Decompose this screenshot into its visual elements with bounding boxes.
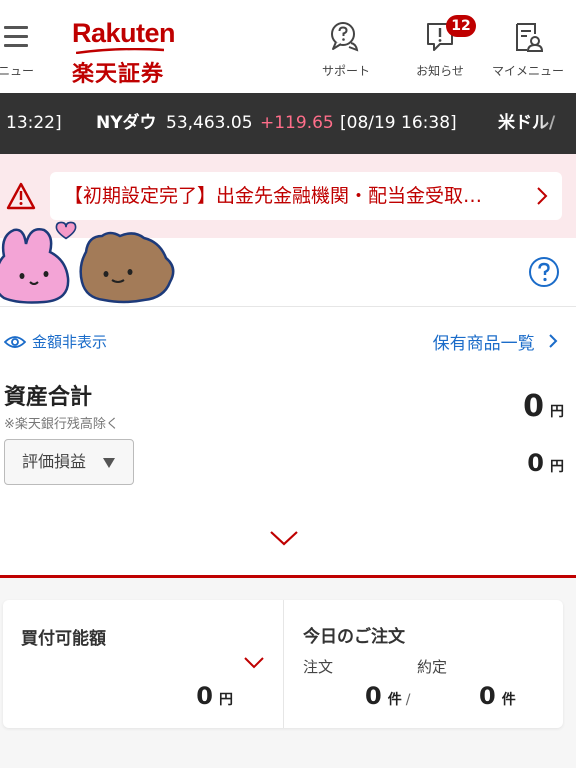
logo-jp-name: 楽天証券 (72, 62, 165, 87)
logo-wordmark: Rakuten (72, 18, 176, 48)
menu-label: メニュー (0, 64, 35, 78)
warning-icon (6, 182, 36, 210)
mymenu-icon (516, 23, 544, 52)
section-divider (0, 575, 576, 578)
ticker-prev-time: 13:22] (6, 113, 62, 133)
currency-unit: 円 (219, 692, 233, 708)
holdings-list-link[interactable]: 保有商品一覧 (433, 329, 558, 354)
hamburger-icon (4, 24, 28, 48)
expand-chevron-down-icon[interactable] (268, 529, 300, 547)
alert-text: 【初期設定完了】出金先金融機関・配当金受取… (64, 185, 483, 207)
support-label: サポート (321, 64, 371, 78)
total-assets-label: 資産合計 (4, 385, 93, 410)
currency-unit: 円 (550, 404, 564, 420)
help-icon[interactable] (528, 256, 560, 288)
rakuten-securities-logo[interactable]: Rakuten 楽天証券 (72, 18, 192, 87)
orders-label: 注文 (303, 658, 334, 676)
hide-amount-label: 金額非表示 (32, 333, 108, 351)
notice-count-badge: 12 (446, 15, 476, 37)
count-unit: 件 (501, 692, 516, 708)
count-separator: / (405, 692, 411, 708)
ticker-index-name: NYダウ (96, 113, 157, 133)
todays-orders-title: 今日のご注文 (303, 627, 405, 647)
app-header: メニュー Rakuten 楽天証券 サポート (0, 0, 576, 93)
evaluation-dropdown-label: 評価損益 (22, 452, 87, 471)
logo-swoosh-icon (76, 48, 164, 54)
mascot-bar (0, 221, 576, 307)
support-chat-icon (331, 22, 359, 52)
order-count-value: 0 (365, 682, 382, 710)
ticker-index-time: [08/19 16:38] (340, 113, 457, 133)
total-assets-amount: 0 (523, 389, 544, 424)
caret-down-icon (103, 458, 115, 468)
ticker-index-value: 53,463.05 (166, 113, 253, 133)
currency-unit: 円 (550, 459, 564, 475)
buying-power-chevron-down-icon[interactable] (243, 656, 265, 670)
eye-icon (4, 336, 26, 348)
menu-button[interactable]: メニュー (0, 18, 48, 84)
market-ticker[interactable]: 13:22] NYダウ 53,463.05 +119.65 [08/19 16:… (0, 93, 576, 154)
mymenu-label: マイメニュー (491, 64, 565, 78)
evaluation-dropdown[interactable]: 評価損益 (4, 439, 134, 485)
mascot-illustration-icon (0, 221, 175, 304)
total-assets-note: ※楽天銀行残高除く (4, 417, 119, 432)
evaluation-amount: 0 (527, 449, 544, 477)
order-count[interactable]: 0 件 / (365, 682, 410, 710)
buying-power-value: 0円 (196, 682, 233, 710)
mymenu-button[interactable]: マイメニュー (492, 20, 564, 82)
total-assets-value: 0円 (523, 389, 564, 424)
chevron-right-icon (537, 187, 548, 205)
ticker-fade (536, 93, 576, 154)
buying-power-title: 買付可能額 (21, 629, 106, 649)
executed-count-value: 0 (479, 682, 496, 710)
page: メニュー Rakuten 楽天証券 サポート (0, 0, 576, 768)
support-button[interactable]: サポート (316, 20, 376, 82)
holdings-list-label: 保有商品一覧 (432, 334, 535, 354)
executed-label: 約定 (417, 658, 448, 676)
asset-summary-card: 金額非表示 保有商品一覧 資産合計 ※楽天銀行残高除く 0円 評価損益 0円 (0, 307, 576, 575)
evaluation-value: 0円 (527, 449, 564, 477)
alert-message-link[interactable]: 【初期設定完了】出金先金融機関・配当金受取… (50, 172, 562, 220)
buying-power-amount: 0 (196, 682, 213, 710)
card-divider (283, 600, 284, 728)
notice-label: お知らせ (416, 64, 464, 78)
trading-summary-card: 買付可能額 0円 今日のご注文 注文 約定 0 件/ 0件 (3, 600, 563, 728)
ticker-index-change: +119.65 (260, 113, 334, 133)
chevron-right-icon (549, 334, 558, 348)
count-unit: 件 (387, 692, 402, 708)
executed-count[interactable]: 0件 (479, 682, 516, 710)
